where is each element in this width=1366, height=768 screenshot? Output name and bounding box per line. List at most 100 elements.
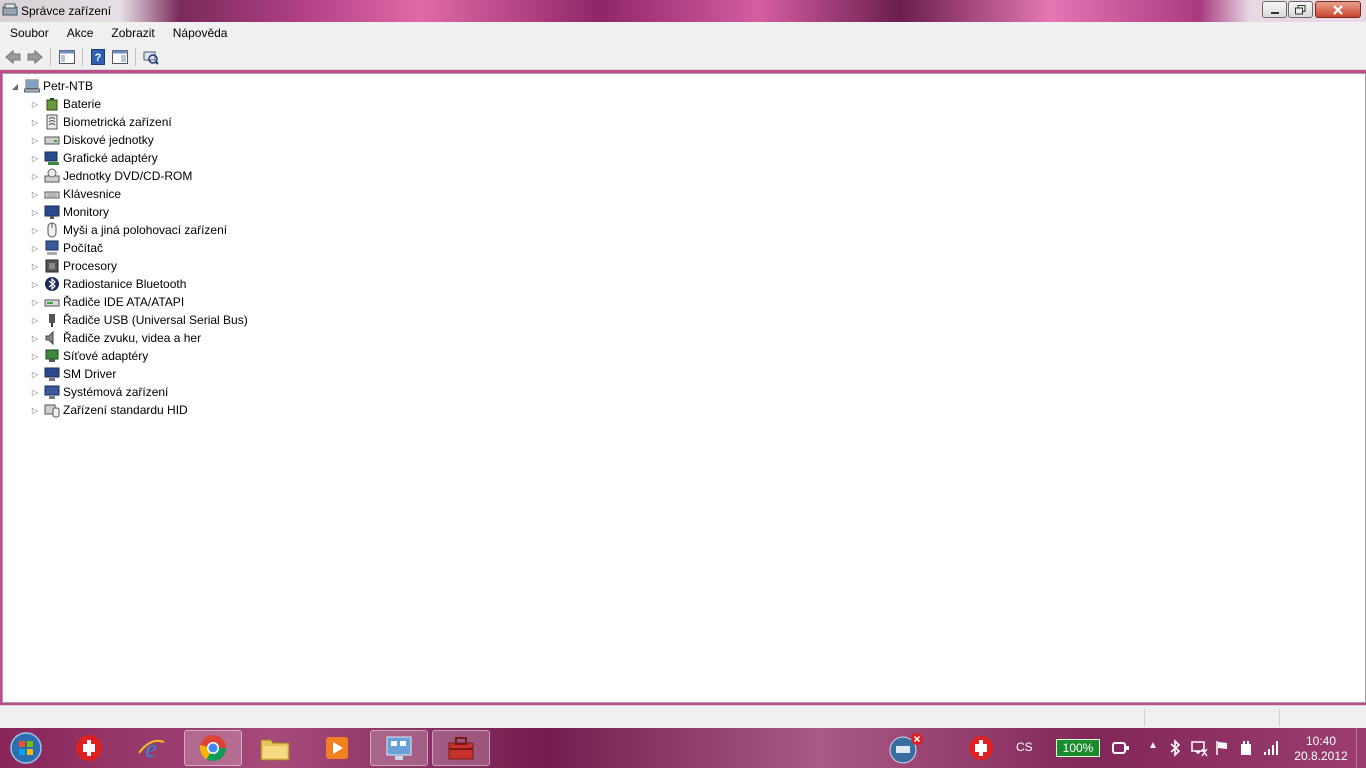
help-button[interactable]: ? — [89, 48, 107, 66]
menu-soubor[interactable]: Soubor — [0, 22, 57, 44]
close-icon — [1333, 4, 1343, 15]
tree-item[interactable]: ▷ Monitory — [30, 203, 109, 221]
device-tray-icon[interactable] — [1238, 739, 1254, 757]
expand-arrow-icon[interactable]: ▷ — [30, 333, 40, 343]
start-button[interactable] — [4, 730, 48, 766]
tree-item-label: Grafické adaptéry — [63, 151, 158, 165]
tree-item[interactable]: ▷ Řadiče zvuku, videa a her — [30, 329, 201, 347]
expand-arrow-icon[interactable]: ▷ — [30, 153, 40, 163]
show-hide-tree-button[interactable] — [58, 48, 76, 66]
tree-root[interactable]: ◢ Petr-NTB — [10, 77, 93, 95]
expand-arrow-icon[interactable]: ▷ — [30, 387, 40, 397]
tree-item-label: Síťové adaptéry — [63, 349, 149, 363]
biometric-icon — [46, 114, 58, 130]
ide-controller-icon — [44, 299, 60, 307]
battery-icon — [46, 98, 58, 111]
expand-arrow-icon[interactable]: ▷ — [30, 189, 40, 199]
taskbar-media-player[interactable] — [308, 730, 366, 766]
language-indicator[interactable]: CS — [1016, 740, 1033, 754]
red-app-icon — [76, 735, 102, 761]
tree-item[interactable]: ▷ Zařízení standardu HID — [30, 401, 188, 419]
expand-arrow-icon[interactable]: ▷ — [30, 315, 40, 325]
tree-item[interactable]: ▷ Biometrická zařízení — [30, 113, 172, 131]
tree-item-label: Baterie — [63, 97, 102, 111]
taskbar-internet-explorer[interactable]: e — [122, 730, 180, 766]
tree-item-label: Řadiče USB (Universal Serial Bus) — [63, 313, 248, 327]
taskbar-control-panel[interactable] — [370, 730, 428, 766]
svg-text:?: ? — [95, 52, 102, 64]
taskbar-chrome[interactable] — [184, 730, 242, 766]
taskbar-app-red[interactable] — [60, 730, 118, 766]
taskbar-device-manager[interactable] — [432, 730, 490, 766]
tree-item[interactable]: ▷ SM Driver — [30, 365, 116, 383]
expand-arrow-icon[interactable]: ▷ — [30, 117, 40, 127]
expand-arrow-icon[interactable]: ▷ — [30, 225, 40, 235]
show-hidden-icons-icon[interactable]: ▲ — [1148, 740, 1158, 751]
expand-arrow-icon[interactable]: ▷ — [30, 135, 40, 145]
clock[interactable]: 10:40 20.8.2012 — [1293, 734, 1349, 764]
tree-item[interactable]: ▷ Řadiče IDE ATA/ATAPI — [30, 293, 184, 311]
bluetooth-tray-icon[interactable] — [1168, 739, 1182, 757]
tree-item[interactable]: ▷ Grafické adaptéry — [30, 149, 158, 167]
tree-item[interactable]: ▷ Síťové adaptéry — [30, 347, 148, 365]
expand-arrow-icon[interactable]: ▷ — [30, 405, 40, 415]
expand-arrow-icon[interactable]: ▷ — [30, 243, 40, 253]
expand-arrow-icon[interactable]: ▷ — [30, 369, 40, 379]
expand-arrow-icon[interactable]: ▷ — [30, 351, 40, 361]
tree-item[interactable]: ▷ Procesory — [30, 257, 117, 275]
display-adapter-icon — [44, 151, 59, 165]
expand-arrow-icon[interactable]: ▷ — [30, 171, 40, 181]
collapse-arrow-icon[interactable]: ◢ — [10, 81, 20, 91]
tree-item-label: Klávesnice — [63, 187, 122, 201]
expand-arrow-icon[interactable]: ▷ — [30, 207, 40, 217]
usb-controller-icon — [49, 314, 55, 327]
media-player-icon — [326, 737, 348, 759]
expand-arrow-icon[interactable]: ▷ — [30, 261, 40, 271]
menu-napoveda[interactable]: Nápověda — [163, 22, 236, 44]
menu-bar: Soubor Akce Zobrazit Nápověda — [0, 22, 1366, 44]
signal-strength-icon[interactable] — [1262, 739, 1280, 757]
tree-item[interactable]: ▷ Počítač — [30, 239, 103, 257]
device-tree[interactable]: ◢ Petr-NTB ▷ Baterie ▷ Biometrická zařízení… — [2, 73, 1366, 703]
forward-button[interactable] — [26, 48, 44, 66]
power-plug-icon[interactable] — [1110, 739, 1130, 757]
system-device-icon — [44, 385, 60, 399]
windows-orb-icon — [10, 732, 42, 764]
toolbox-icon — [448, 737, 474, 760]
scan-hardware-button[interactable] — [142, 48, 160, 66]
properties-pane-button[interactable] — [111, 48, 129, 66]
clock-time: 10:40 — [1305, 734, 1337, 748]
minimize-button[interactable] — [1262, 1, 1287, 18]
tree-item[interactable]: ▷ Systémová zařízení — [30, 383, 168, 401]
tree-item-label: Zařízení standardu HID — [63, 403, 188, 417]
tree-item[interactable]: ▷ Diskové jednotky — [30, 131, 154, 149]
tree-item[interactable]: ▷ Jednotky DVD/CD-ROM — [30, 167, 192, 185]
tree-item[interactable]: ▷ Radiostanice Bluetooth — [30, 275, 186, 293]
expand-arrow-icon[interactable]: ▷ — [30, 99, 40, 109]
sound-icon — [45, 330, 54, 346]
tray-app-connection[interactable] — [876, 730, 934, 766]
clock-date: 20.8.2012 — [1294, 749, 1348, 763]
expand-arrow-icon[interactable]: ▷ — [30, 279, 40, 289]
disk-drive-icon — [44, 136, 60, 145]
restore-button[interactable] — [1288, 1, 1313, 18]
tree-item[interactable]: ▷ Baterie — [30, 95, 101, 113]
tray-app-red[interactable] — [952, 730, 1010, 766]
back-button[interactable] — [4, 48, 22, 66]
show-desktop-button[interactable] — [1356, 728, 1366, 768]
menu-zobrazit[interactable]: Zobrazit — [101, 22, 162, 44]
window-title: Správce zařízení — [21, 4, 112, 18]
forward-arrow-icon — [27, 50, 43, 64]
network-tray-icon[interactable] — [1190, 739, 1208, 757]
tree-item[interactable]: ▷ Klávesnice — [30, 185, 121, 203]
close-button[interactable] — [1315, 1, 1361, 18]
action-center-flag-icon[interactable] — [1214, 739, 1230, 757]
menu-akce[interactable]: Akce — [57, 22, 102, 44]
tree-item[interactable]: ▷ Myši a jiná polohovací zařízení — [30, 221, 227, 239]
battery-indicator[interactable]: 100% — [1056, 739, 1100, 757]
back-arrow-icon — [5, 50, 21, 64]
taskbar-explorer[interactable] — [246, 730, 304, 766]
tree-item[interactable]: ▷ Řadiče USB (Universal Serial Bus) — [30, 311, 248, 329]
expand-arrow-icon[interactable]: ▷ — [30, 297, 40, 307]
connection-manager-icon — [889, 733, 923, 764]
